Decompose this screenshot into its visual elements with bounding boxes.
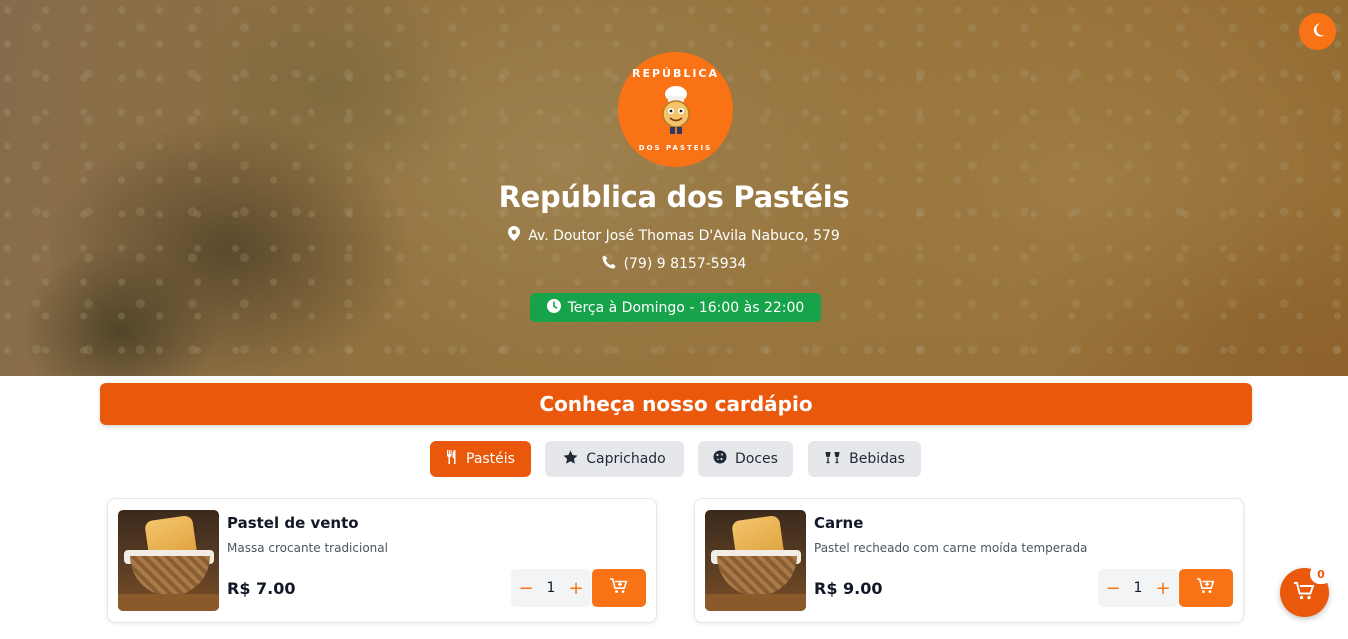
menu-item-card: Pastel de vento Massa crocante tradicion… [107, 498, 657, 623]
menu-item-description: Massa crocante tradicional [227, 541, 388, 555]
quantity-value: 1 [1133, 580, 1143, 596]
utensils-icon [446, 450, 458, 468]
restaurant-logo: REPÚBLICA DOS PASTEIS [618, 52, 733, 167]
star-icon [563, 450, 578, 469]
add-to-cart-button[interactable] [1179, 569, 1233, 607]
address-line: Av. Doutor José Thomas D'Avila Nabuco, 5… [0, 226, 1348, 245]
category-label: Pastéis [466, 451, 515, 467]
chef-mascot-icon [661, 85, 690, 134]
menu-item-price: R$ 9.00 [814, 579, 883, 598]
category-tab-pasteis[interactable]: Pastéis [430, 441, 531, 477]
opening-hours-badge: Terça à Domingo - 16:00 às 22:00 [530, 293, 821, 322]
category-label: Caprichado [586, 451, 666, 467]
category-label: Bebidas [849, 451, 905, 467]
increase-quantity-button[interactable]: + [1154, 578, 1172, 599]
category-tab-caprichado[interactable]: Caprichado [545, 441, 684, 477]
cookie-icon [713, 450, 727, 468]
logo-bottom-text: DOS PASTEIS [638, 144, 713, 152]
category-label: Doces [735, 451, 778, 467]
decrease-quantity-button[interactable]: − [1104, 578, 1122, 599]
menu-item-card: Carne Pastel recheado com carne moída te… [694, 498, 1244, 623]
moon-icon [1310, 22, 1326, 42]
quantity-stepper: − 1 + [511, 569, 591, 607]
menu-item-description: Pastel recheado com carne moída temperad… [814, 541, 1088, 555]
cart-icon [1294, 581, 1315, 604]
menu-item-image [118, 510, 219, 611]
cart-plus-icon [610, 578, 628, 598]
menu-item-price: R$ 7.00 [227, 579, 296, 598]
phone-text: (79) 9 8157-5934 [623, 256, 747, 272]
decrease-quantity-button[interactable]: − [517, 578, 535, 599]
add-to-cart-button[interactable] [592, 569, 646, 607]
address-text: Av. Doutor José Thomas D'Avila Nabuco, 5… [528, 227, 840, 244]
quantity-stepper: − 1 + [1098, 569, 1178, 607]
menu-section-title: Conheça nosso cardápio [100, 383, 1252, 425]
cart-plus-icon [1197, 578, 1215, 598]
quantity-value: 1 [546, 580, 556, 596]
phone-icon [602, 255, 616, 273]
phone-line: (79) 9 8157-5934 [0, 255, 1348, 273]
theme-toggle-button[interactable] [1299, 13, 1336, 50]
increase-quantity-button[interactable]: + [567, 578, 585, 599]
glasses-icon [824, 450, 841, 468]
restaurant-name: República dos Pastéis [498, 180, 850, 214]
map-pin-icon [508, 226, 521, 245]
logo-top-text: REPÚBLICA [631, 67, 720, 80]
category-tab-doces[interactable]: Doces [698, 441, 793, 477]
opening-hours-text: Terça à Domingo - 16:00 às 22:00 [567, 299, 805, 316]
menu-item-name: Pastel de vento [227, 514, 359, 532]
category-tab-bebidas[interactable]: Bebidas [808, 441, 921, 477]
menu-item-name: Carne [814, 514, 864, 532]
menu-item-image [705, 510, 806, 611]
cart-count-badge: 0 [1310, 564, 1332, 584]
clock-icon [546, 298, 561, 317]
